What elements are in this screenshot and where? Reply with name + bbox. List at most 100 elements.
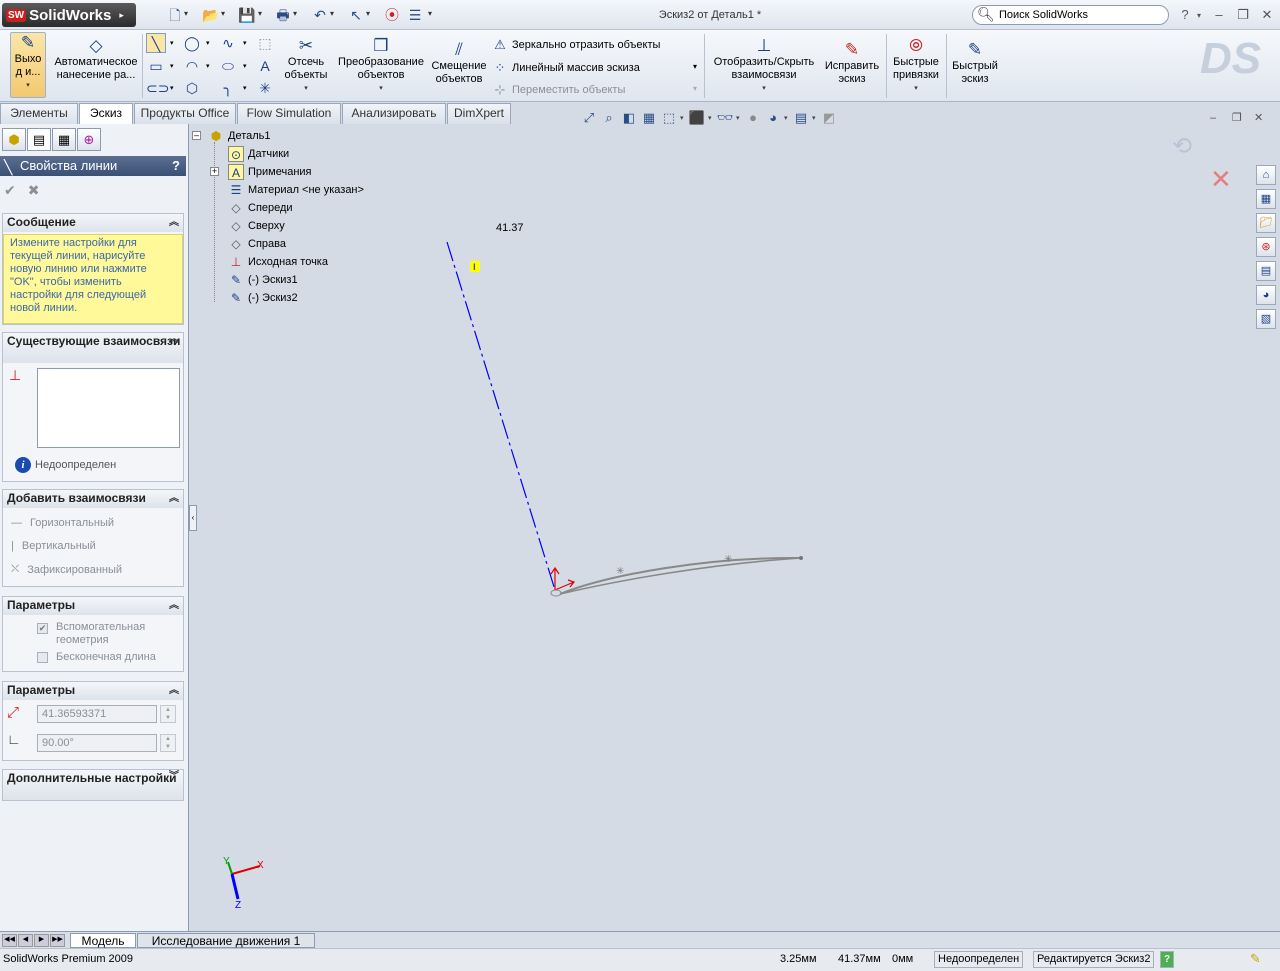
tree-expand-icon[interactable]: + [210,167,219,176]
convert-entities-button[interactable]: ❒ Преобразование объектов ▾ [336,36,426,95]
collapse-chevron-icon[interactable]: ︽ [169,214,179,231]
new-document-icon[interactable]: 🗋 [166,6,184,24]
tab-sketch[interactable]: Эскиз [79,103,133,124]
expand-chevron-icon[interactable]: ︾ [169,770,179,783]
rebuild-indicator-icon[interactable]: ✎ [1250,951,1261,967]
dimxpert-manager-tab-icon[interactable]: ⊕ [77,128,101,151]
tab-motion-study[interactable]: Исследование движения 1 [137,933,315,948]
message-header[interactable]: Сообщение ︽ [3,214,183,232]
tree-item-sensors[interactable]: ⊙ Датчики [228,146,289,162]
restore-icon[interactable]: ❐ [1234,7,1252,23]
sketch-curve-lower[interactable] [559,557,802,595]
rectangle-dropdown-icon[interactable]: ▾ [170,62,174,70]
search-results-icon[interactable]: ⊛ [1256,237,1276,257]
collapse-chevron-icon[interactable]: ︽ [169,490,179,507]
slot-dropdown-icon[interactable]: ▾ [170,84,174,92]
collapse-pane-handle[interactable]: ‹ [189,505,197,531]
home-icon[interactable]: ⌂ [1256,165,1276,185]
property-manager-tab-icon[interactable]: ▤ [27,128,51,151]
length-input[interactable]: 41.36593371 [37,705,157,723]
tab-flow-simulation[interactable]: Flow Simulation [237,103,341,124]
fillet-dropdown-icon[interactable]: ▾ [243,84,247,92]
line-tool-icon[interactable]: ╲ [146,33,166,53]
previous-view-icon[interactable]: ◧ [620,109,638,127]
spline-tool-icon[interactable]: ∿ [218,33,238,53]
linear-pattern-button[interactable]: ⁘ Линейный массив эскиза [492,60,640,76]
viewport-minimize-icon[interactable]: – [1210,112,1216,124]
apply-scene-icon[interactable]: ◕ [764,109,782,127]
select-arrow-icon[interactable]: ↖ [347,6,365,24]
zoom-area-icon[interactable]: ⌕ [600,109,618,127]
collapse-chevron-icon[interactable]: ︽ [169,682,179,699]
existing-relations-list[interactable] [37,368,180,448]
view-palette-icon[interactable]: ▤ [1256,261,1276,281]
options-dropdown-icon[interactable]: ▾ [428,9,432,18]
collapse-chevron-icon[interactable]: ︽ [169,597,179,614]
ellipse-tool-icon[interactable]: ⬭ [218,56,238,76]
grid-tool-icon[interactable]: ⬚ [255,33,275,53]
print-dropdown-icon[interactable]: ▾ [293,9,297,18]
arc-dropdown-icon[interactable]: ▾ [206,62,210,70]
tree-item-sketch2[interactable]: ✎ (-) Эскиз2 [228,290,298,306]
undo-dropdown-icon[interactable]: ▾ [330,9,334,18]
repair-sketch-button[interactable]: ✎ Исправить эскиз [822,40,882,86]
tree-root-part[interactable]: ⬢ Деталь1 [208,128,271,144]
spline-dropdown-icon[interactable]: ▾ [243,39,247,47]
sketch-curve-upper[interactable] [559,556,802,595]
fillet-tool-icon[interactable]: ╮ [218,78,238,98]
tree-item-top-plane[interactable]: ◇ Сверху [228,218,284,234]
point-tool-icon[interactable]: ✳ [255,78,275,98]
additional-parameters-header[interactable]: Дополнительные настройки ︾ [3,770,183,800]
tree-item-annotations[interactable]: A Примечания [228,164,312,180]
display-relations-button[interactable]: ⊥ Отобразить/Скрыть взаимосвязи ▾ [708,36,820,95]
options-icon[interactable]: ☰ [406,6,424,24]
view-settings-dropdown-icon[interactable]: ▾ [812,114,818,122]
construction-checkbox[interactable]: ✔ [37,623,48,634]
angle-input[interactable]: 90.00° [37,734,157,752]
relation-fixed[interactable]: ⛌ Зафиксированный [11,563,122,576]
design-library-icon[interactable]: ▦ [1256,189,1276,209]
rapid-sketch-button[interactable]: ✎ Быстрый эскиз [948,40,1002,86]
view-orientation-dropdown-icon[interactable]: ▾ [680,114,686,122]
display-style-dropdown-icon[interactable]: ▾ [708,114,714,122]
first-tab-icon[interactable]: ◀◀ [2,934,17,947]
options-header[interactable]: Параметры ︽ [3,597,183,615]
print-icon[interactable]: 🖶 [274,6,292,24]
new-dropdown-icon[interactable]: ▾ [184,9,188,18]
tree-item-material[interactable]: ☰ Материал <не указан> [228,182,364,198]
existing-relations-header[interactable]: Существующие взаимосвязи ︽ [3,333,183,363]
prev-tab-icon[interactable]: ◀ [18,934,33,947]
exit-sketch-button[interactable]: ✎ Выхо д и... ▾ [10,32,46,98]
custom-properties-icon[interactable]: ▧ [1256,309,1276,329]
hide-show-dropdown-icon[interactable]: ▾ [736,114,742,122]
search-icon[interactable]: 🔍︎ [977,6,995,23]
tab-features[interactable]: Элементы [0,103,78,124]
viewport-restore-icon[interactable]: ❐ [1232,111,1242,124]
smart-dimension-button[interactable]: ◇ Автоматическое нанесение ра... [52,36,140,82]
viewport-close-icon[interactable]: ✕ [1254,111,1263,124]
minimize-icon[interactable]: – [1210,7,1228,22]
tree-item-sketch1[interactable]: ✎ (-) Эскиз1 [228,272,298,288]
circle-tool-icon[interactable]: ◯ [182,33,202,53]
ellipse-dropdown-icon[interactable]: ▾ [243,62,247,70]
help-dropdown-icon[interactable]: ▾ [1190,11,1208,20]
quick-snaps-button[interactable]: ⦾ Быстрые привязки ▾ [888,36,944,95]
view-orientation-icon[interactable]: ⬚ [660,109,678,127]
trim-entities-button[interactable]: ✂ Отсечь объекты ▾ [280,36,332,95]
edit-appearance-icon[interactable]: ● [744,109,762,127]
undo-icon[interactable]: ↶ [311,6,329,24]
move-entities-button[interactable]: ⊹ Переместить объекты [492,82,626,98]
infinite-length-row[interactable]: Бесконечная длина [37,651,156,663]
circle-dropdown-icon[interactable]: ▾ [206,39,210,47]
confirmation-corner-exit-icon[interactable]: ⟲ [1172,132,1192,161]
save-dropdown-icon[interactable]: ▾ [258,9,262,18]
save-icon[interactable]: 💾 [238,6,256,24]
tab-dimxpert[interactable]: DimXpert [447,103,511,124]
property-help-button[interactable]: ? [172,156,180,176]
status-help-button[interactable]: ? [1160,951,1174,968]
curve-endpoint[interactable] [799,556,803,560]
tab-model[interactable]: Модель [70,933,136,948]
linear-pattern-dropdown-icon[interactable]: ▾ [693,62,697,71]
line-dropdown-icon[interactable]: ▾ [170,39,174,47]
rectangle-tool-icon[interactable]: ▭ [146,56,166,76]
